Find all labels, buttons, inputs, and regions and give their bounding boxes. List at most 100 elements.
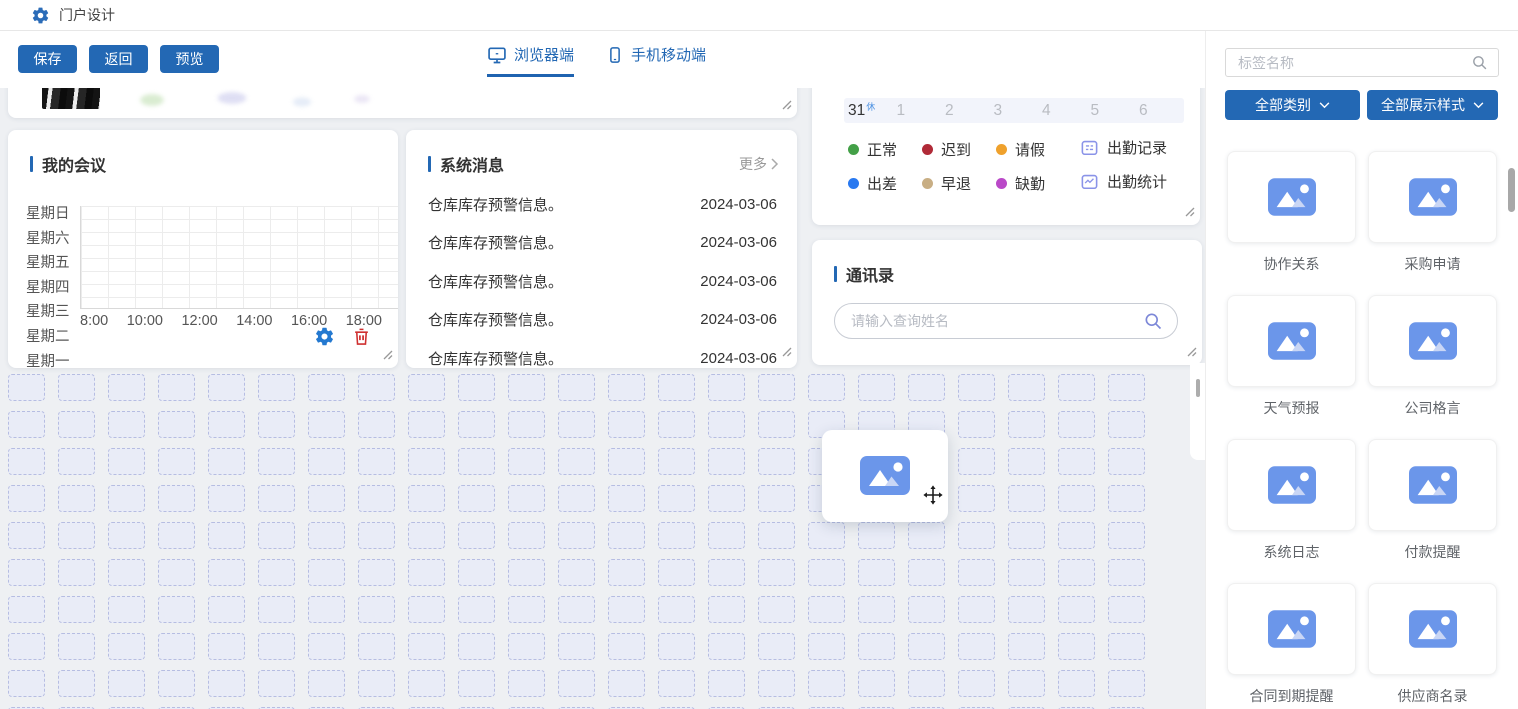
monitor-icon [487,45,507,65]
grid-cell-placeholder [1058,633,1095,660]
message-text: 仓库库存预警信息。 [428,271,563,292]
x-tick: 14:00 [236,313,272,329]
calendar-day[interactable]: 25班 [893,88,942,92]
widget-card[interactable] [1368,439,1497,531]
widget-card-item: 合同到期提醒 [1227,583,1356,706]
grid-cell-placeholder [358,485,395,512]
widget-card[interactable] [1227,583,1356,675]
widget-settings-gear-icon[interactable] [314,326,335,347]
chevron-down-icon [1319,102,1330,109]
resize-handle-icon[interactable] [780,344,792,362]
grid-cell-placeholder [1008,633,1045,660]
grid-cell-placeholder [8,596,45,623]
resize-handle-icon[interactable] [1183,204,1195,222]
widget-card[interactable] [1368,583,1497,675]
grid-cell-placeholder [108,670,145,697]
grid-cell-placeholder [58,670,95,697]
attendance-legend: 出差 早退 缺勤 [848,173,1045,194]
widget-delete-trash-icon[interactable] [352,326,371,347]
attendance-widget[interactable]: 24休 25班 26班 27班 28班 29班 30休 31休 1 2 3 4 … [812,88,1200,225]
grid-cell-placeholder [358,374,395,401]
grid-cell-placeholder [508,448,545,475]
calendar-day[interactable]: 29班 [1087,88,1136,92]
tab-mobile[interactable]: 手机移动端 [606,44,706,77]
preview-button[interactable]: 预览 [160,45,219,73]
tag-name-search-input[interactable]: 标签名称 [1225,48,1499,77]
grid-cell-placeholder [408,559,445,586]
calendar-day[interactable]: 24休 [844,88,893,92]
meetings-widget[interactable]: 我的会议 星期日 星期六 星期五 星期四 星期三 星期二 星期一 8:00 10… [8,130,398,368]
attendance-stats-link[interactable]: 出勤统计 [1080,171,1167,192]
back-button[interactable]: 返回 [89,45,148,73]
tab-browser[interactable]: 浏览器端 [487,44,574,77]
y-tick: 星期四 [26,276,80,301]
widget-card[interactable] [1227,151,1356,243]
x-tick: 10:00 [127,313,163,329]
more-link[interactable]: 更多 [739,154,779,174]
widget-card[interactable] [1227,295,1356,387]
status-dot [848,178,859,189]
calendar-day[interactable]: 31休 [844,102,893,120]
resize-handle-icon[interactable] [1185,344,1197,362]
grid-cell-placeholder [1058,374,1095,401]
calendar-record-icon [1080,138,1099,157]
message-row[interactable]: 仓库库存预警信息。 2024-03-06 [428,339,777,368]
banner-widget[interactable] [8,88,797,118]
calendar-day[interactable]: 28班 [1038,88,1087,92]
grid-cell-placeholder [808,522,845,549]
grid-cell-placeholder [8,559,45,586]
search-icon[interactable] [1471,54,1488,71]
message-row[interactable]: 仓库库存预警信息。 2024-03-06 [428,262,777,301]
grid-cell-placeholder [858,633,895,660]
image-placeholder-icon [1409,610,1457,648]
contacts-widget[interactable]: 通讯录 请输入查询姓名 [812,240,1202,365]
category-filter-dropdown[interactable]: 全部类别 [1225,90,1360,120]
widget-card[interactable] [1368,151,1497,243]
system-messages-widget[interactable]: 系统消息 更多 仓库库存预警信息。 2024-03-06 仓库库存预警信息。 2… [406,130,797,368]
grid-cell-placeholder [658,374,695,401]
message-row[interactable]: 仓库库存预警信息。 2024-03-06 [428,301,777,340]
grid-cell-placeholder [658,522,695,549]
drop-placeholder-grid [0,370,1192,709]
message-date: 2024-03-06 [700,350,777,367]
message-row[interactable]: 仓库库存预警信息。 2024-03-06 [428,185,777,224]
grid-cell-placeholder [158,411,195,438]
grid-cell-placeholder [1108,374,1145,401]
calendar-day[interactable]: 3 [990,102,1039,120]
grid-cell-placeholder [308,559,345,586]
grid-cell-placeholder [758,411,795,438]
dragged-widget-card[interactable] [822,430,948,522]
contacts-search-input[interactable]: 请输入查询姓名 [834,303,1178,339]
calendar-day[interactable]: 27班 [990,88,1039,92]
grid-cell-placeholder [458,374,495,401]
calendar-day[interactable]: 6 [1135,102,1184,120]
calendar-day[interactable]: 30休 [1135,88,1184,92]
calendar-day[interactable]: 4 [1038,102,1087,120]
save-button[interactable]: 保存 [18,45,77,73]
image-placeholder-icon [1268,466,1316,504]
sidebar-scrollbar-thumb[interactable] [1508,168,1515,212]
calendar-day[interactable]: 5 [1087,102,1136,120]
attendance-record-link[interactable]: 出勤记录 [1080,137,1167,158]
grid-cell-placeholder [258,559,295,586]
grid-cell-placeholder [408,374,445,401]
calendar-day[interactable]: 1 [893,102,942,120]
widget-card[interactable] [1368,295,1497,387]
widget-card[interactable] [1227,439,1356,531]
grid-cell-placeholder [758,374,795,401]
resize-handle-icon[interactable] [780,97,792,115]
calendar-day[interactable]: 26班 [941,88,990,92]
resize-handle-icon[interactable] [381,347,393,365]
canvas-scrollbar-thumb[interactable] [1196,379,1200,397]
grid-cell-placeholder [758,596,795,623]
chart-grid [80,206,398,309]
grid-cell-placeholder [1108,522,1145,549]
calendar-day[interactable]: 2 [941,102,990,120]
message-row[interactable]: 仓库库存预警信息。 2024-03-06 [428,224,777,263]
status-dot [848,144,859,155]
legend-item: 正常 [848,139,897,160]
grid-cell-placeholder [58,522,95,549]
message-date: 2024-03-06 [700,196,777,213]
display-style-filter-dropdown[interactable]: 全部展示样式 [1367,90,1498,120]
search-icon[interactable] [1143,311,1163,331]
